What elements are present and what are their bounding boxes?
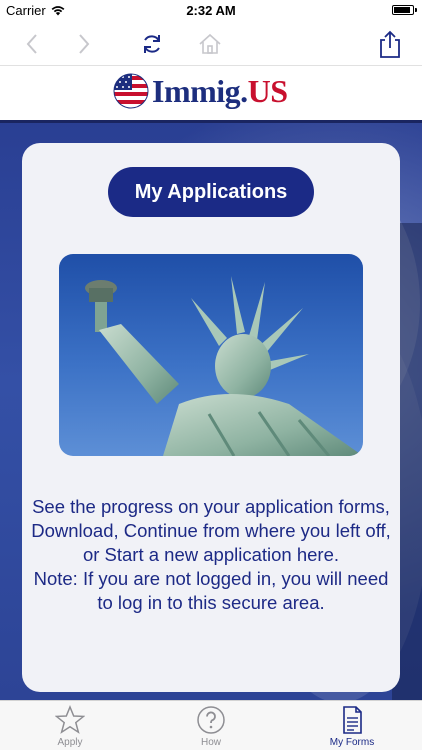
statue-of-liberty-image (59, 254, 363, 456)
tab-my-forms-label: My Forms (329, 737, 375, 748)
home-button[interactable] (194, 28, 226, 60)
logo-text-main: Immig. (152, 72, 248, 109)
question-icon (197, 706, 225, 734)
refresh-icon (144, 35, 160, 53)
share-button[interactable] (374, 28, 406, 60)
nav-toolbar (0, 22, 422, 66)
tab-apply-label: Apply (57, 737, 83, 748)
share-icon (380, 30, 400, 58)
chevron-right-icon (79, 34, 90, 54)
battery-icon (392, 5, 417, 15)
status-time: 2:32 AM (186, 3, 236, 18)
star-icon (55, 705, 85, 734)
tab-my-forms[interactable]: My Forms (282, 701, 422, 751)
forward-button[interactable] (68, 28, 100, 60)
tab-how-label: How (200, 737, 221, 748)
tab-apply[interactable]: Apply (0, 701, 140, 751)
document-list-icon (343, 706, 362, 734)
my-applications-card: My Applications See the progress on your… (22, 143, 400, 692)
tab-how[interactable]: How (141, 701, 281, 751)
description-paragraph: See the progress on your application for… (31, 496, 391, 565)
tab-bar: Apply How My Forms (0, 700, 422, 750)
back-button[interactable] (16, 28, 48, 60)
my-applications-button[interactable]: My Applications (108, 167, 314, 217)
logo-header: Immig.US (0, 66, 422, 122)
flag-globe-icon (113, 73, 149, 109)
home-icon (199, 33, 221, 54)
app-logo: Immig.US (112, 72, 288, 110)
chevron-left-icon (26, 34, 37, 54)
logo-text-accent: US (247, 72, 288, 109)
description-text: See the progress on your application for… (30, 495, 392, 615)
refresh-button[interactable] (136, 28, 168, 60)
status-bar: Carrier 2:32 AM (0, 0, 422, 22)
logo-text: Immig.US (152, 73, 288, 110)
login-note: Note: If you are not logged in, you will… (33, 568, 389, 613)
